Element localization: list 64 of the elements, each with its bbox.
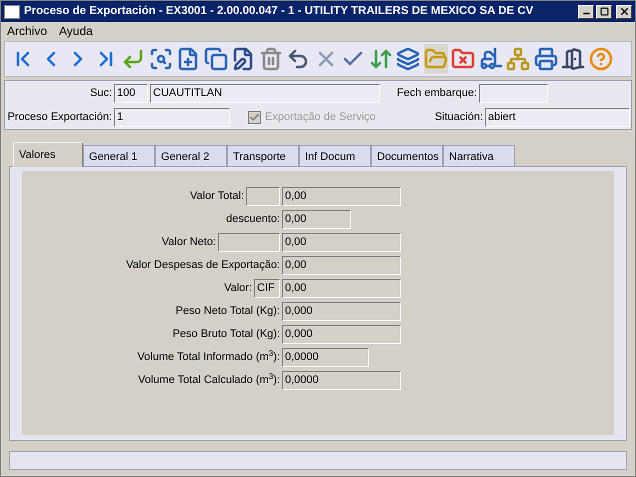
tab[interactable]: Narrativa xyxy=(443,145,515,166)
copy-icon xyxy=(204,47,228,71)
input-field[interactable]: 0,000 xyxy=(282,302,401,321)
folder-x-icon xyxy=(451,47,475,71)
field-label: Volume Total Informado (m$^{3}$): xyxy=(137,349,280,366)
field-label: descuento: xyxy=(226,212,280,228)
checkbox-label: Exportação de Serviço xyxy=(265,110,377,125)
layers-icon xyxy=(396,47,420,71)
input-field[interactable]: 0,0000 xyxy=(282,371,401,390)
input-field[interactable]: 100 xyxy=(114,84,148,102)
input-field[interactable] xyxy=(218,233,280,252)
input-field[interactable]: 0,00 xyxy=(282,233,401,252)
input-field[interactable]: abiert xyxy=(485,108,630,126)
tree-icon xyxy=(506,47,530,71)
tab[interactable]: Documentos xyxy=(371,145,443,166)
input-field[interactable]: CIF xyxy=(254,279,280,298)
forklift-icon xyxy=(478,47,502,71)
input-field[interactable] xyxy=(479,84,548,102)
window-title: Proceso de Exportación - EX3001 - 2.00.00.047 - 1 - UTILITY TRAILERS DE MEXICO SA DE CV xyxy=(24,4,534,19)
tab[interactable]: General 1 xyxy=(83,145,155,166)
input-field[interactable]: 0,00 xyxy=(282,210,351,229)
app-icon xyxy=(4,4,20,18)
field-label: Valor Total: xyxy=(190,189,244,204)
swap-arrows-icon xyxy=(368,47,392,71)
input-field[interactable]: CUAUTITLAN xyxy=(150,84,380,102)
help-icon xyxy=(588,47,612,71)
document-pen-icon xyxy=(231,47,255,71)
field-label: Suc: xyxy=(88,86,113,101)
trash-icon xyxy=(258,47,282,71)
field-label: Volume Total Calculado (m$^{3}$): xyxy=(138,372,280,388)
open-folder-icon xyxy=(424,47,448,71)
printer-icon xyxy=(534,47,558,71)
minimize-button[interactable] xyxy=(578,4,594,18)
input-field[interactable]: 0,00 xyxy=(282,279,401,298)
input-field[interactable] xyxy=(246,187,280,206)
field-label: Valor: xyxy=(224,281,252,296)
input-field[interactable]: 0,0000 xyxy=(282,348,369,367)
tab[interactable]: General 2 xyxy=(155,145,227,166)
tab[interactable]: Transporte xyxy=(227,145,299,166)
input-field[interactable]: 0,00 xyxy=(282,256,401,275)
maximize-button[interactable] xyxy=(596,4,612,18)
open-folder-button[interactable] xyxy=(424,44,448,74)
enter-arrow-icon xyxy=(121,47,145,71)
field-label: Peso Neto Total (Kg): xyxy=(176,304,280,320)
field-label: Valor Despesas de Exportação: xyxy=(126,258,280,274)
undo-icon xyxy=(286,47,310,71)
door-icon xyxy=(561,47,585,71)
close-icon xyxy=(618,6,630,17)
tab[interactable]: Valores xyxy=(13,142,83,167)
magnifier-icon xyxy=(148,47,172,71)
maximize-icon xyxy=(600,7,608,16)
new-document-icon xyxy=(176,47,200,71)
input-field[interactable]: 1 xyxy=(114,108,230,126)
menu-item[interactable]: Archivo xyxy=(7,22,48,40)
input-field[interactable]: 0,000 xyxy=(282,325,401,344)
menu-item[interactable]: Ayuda xyxy=(59,22,93,40)
input-field[interactable]: 0,00 xyxy=(282,187,401,206)
close-button[interactable] xyxy=(616,4,632,18)
field-label: Proceso Exportación: xyxy=(6,110,113,125)
field-label: Peso Bruto Total (Kg): xyxy=(172,327,280,342)
tab[interactable]: Inf Docum xyxy=(299,145,371,166)
field-label: Situación: xyxy=(434,110,484,125)
field-label: Valor Neto: xyxy=(162,235,216,250)
field-label: Fech embarque: xyxy=(396,86,478,101)
